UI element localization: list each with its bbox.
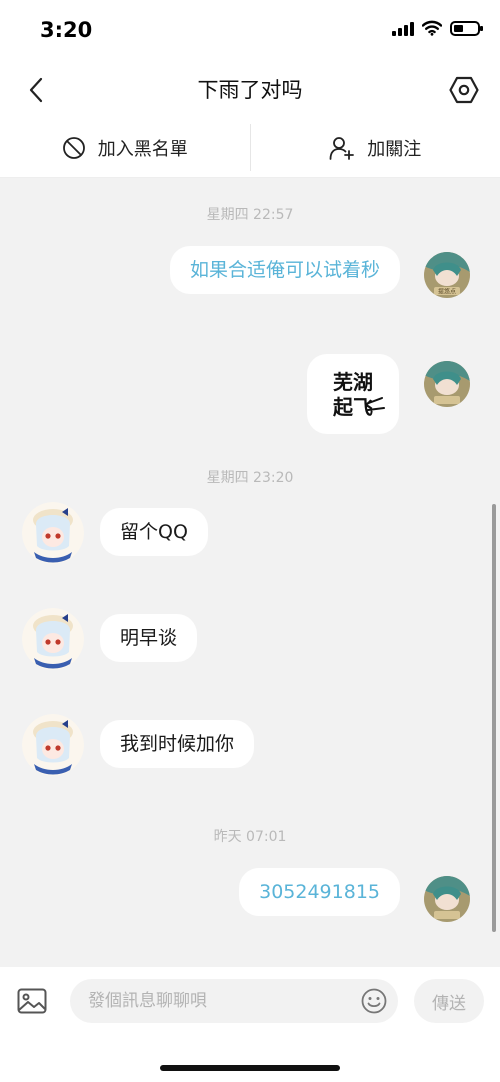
battery-icon xyxy=(450,20,483,36)
my-avatar[interactable] xyxy=(424,876,470,922)
block-icon xyxy=(62,136,85,159)
wuhu-qifei-sticker: 芜湖 起飞 xyxy=(332,370,385,419)
message-bubble-mine[interactable]: 3052491815 xyxy=(239,868,400,916)
emoji-button[interactable] xyxy=(360,987,388,1015)
smiley-icon xyxy=(361,988,387,1014)
status-icons xyxy=(392,20,483,36)
sticker-text-line2: 起飞 xyxy=(332,395,373,419)
block-button[interactable]: 加入黑名單 xyxy=(0,118,250,177)
chat-header: 下雨了对吗 xyxy=(0,60,500,118)
settings-button[interactable] xyxy=(444,70,484,110)
message-bubble-theirs[interactable]: 明早谈 xyxy=(100,614,198,662)
message-bubble-mine[interactable]: 如果合适俺可以试着秒 xyxy=(169,246,400,294)
send-button[interactable]: 傳送 xyxy=(414,979,484,1023)
sticker-message[interactable]: 芜湖 起飞 xyxy=(307,354,399,434)
follow-label: 加關注 xyxy=(367,138,422,160)
other-user-avatar[interactable] xyxy=(22,714,84,776)
status-time: 3:20 xyxy=(40,18,93,42)
add-user-icon xyxy=(329,136,355,160)
message-timestamp: 星期四 23:20 xyxy=(206,470,294,486)
cellular-signal-icon xyxy=(392,20,414,36)
hexagon-gear-icon xyxy=(449,76,479,104)
message-input[interactable] xyxy=(70,979,398,1023)
follow-button[interactable]: 加關注 xyxy=(251,118,500,177)
message-bubble-theirs[interactable]: 留个QQ xyxy=(100,508,208,556)
avatar-badge: 提悠点 xyxy=(438,288,456,296)
my-avatar[interactable] xyxy=(424,361,470,407)
scrollbar[interactable] xyxy=(492,504,496,932)
wifi-icon xyxy=(422,20,442,36)
other-user-avatar[interactable] xyxy=(22,608,84,670)
message-bubble-theirs[interactable]: 我到时候加你 xyxy=(100,720,255,768)
message-timestamp: 星期四 22:57 xyxy=(206,207,294,223)
status-bar: 3:20 xyxy=(0,0,500,60)
message-timestamp: 昨天 07:01 xyxy=(213,829,287,845)
image-picker-button[interactable] xyxy=(14,983,50,1019)
my-avatar[interactable]: 提悠点 xyxy=(424,252,470,298)
image-icon xyxy=(17,988,47,1014)
other-user-avatar[interactable] xyxy=(22,502,84,564)
chat-area[interactable]: 星期四 22:57 如果合适俺可以试着秒 提悠点 芜湖 起飞 星期四 23:20 xyxy=(0,178,500,967)
action-bar: 加入黑名單 加關注 xyxy=(0,118,500,178)
home-indicator[interactable] xyxy=(160,1065,340,1071)
sticker-text-line1: 芜湖 xyxy=(333,370,373,394)
page-title: 下雨了对吗 xyxy=(197,78,303,102)
block-label: 加入黑名單 xyxy=(97,138,188,160)
